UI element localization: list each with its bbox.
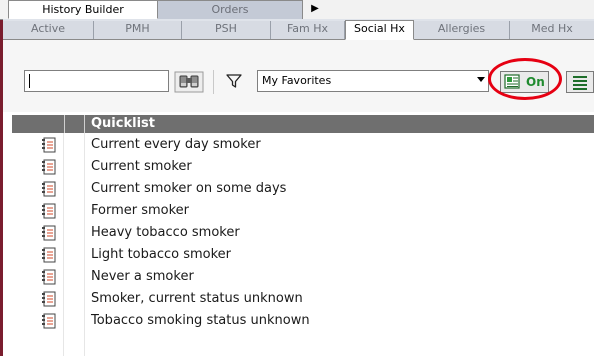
subtab-psh[interactable]: PSH [182, 21, 271, 39]
more-tabs-arrow-icon[interactable]: ▶ [303, 0, 327, 19]
list-item-label: Never a smoker [91, 269, 194, 284]
list-item-label: Current smoker [91, 159, 192, 174]
document-icon [42, 203, 56, 219]
tab-history-builder[interactable]: History Builder [8, 0, 158, 19]
document-icon [42, 291, 56, 307]
quicklist-header: Quicklist [91, 116, 155, 131]
subtab-med-hx[interactable]: Med Hx [510, 21, 594, 39]
list-item[interactable]: Current smoker [12, 157, 594, 179]
document-icon [42, 269, 56, 285]
list-item[interactable]: Heavy tobacco smoker [12, 223, 594, 245]
list-item-label: Light tobacco smoker [91, 247, 232, 262]
sub-tab-bar: Active PMH PSH Fam Hx Social Hx Allergie… [3, 19, 594, 40]
list-item-label: Smoker, current status unknown [91, 291, 303, 306]
tab-orders[interactable]: Orders [158, 0, 303, 19]
list-item[interactable]: Current smoker on some days [12, 179, 594, 201]
filter-icon[interactable] [226, 73, 242, 89]
subtab-social-hx[interactable]: Social Hx [345, 20, 414, 40]
list-item[interactable]: Tobacco smoking status unknown [12, 311, 594, 333]
text-caret [29, 74, 30, 88]
subtab-allergies[interactable]: Allergies [414, 21, 510, 39]
document-icon [42, 313, 56, 329]
favorites-select[interactable]: My Favorites [257, 70, 489, 92]
top-tab-bar: History Builder Orders ▶ [0, 0, 594, 20]
quicklist-grid: Quicklist Current every day smoker Curre… [12, 115, 594, 356]
list-item-label: Tobacco smoking status unknown [91, 313, 310, 328]
subtab-active[interactable]: Active [3, 21, 94, 39]
list-item-label: Current every day smoker [91, 137, 261, 152]
document-icon [42, 247, 56, 263]
highlight-ring [488, 58, 562, 100]
quicklist-rows: Current every day smoker Current smoker … [12, 135, 594, 333]
chevron-down-icon [477, 77, 485, 82]
header-icon-column [12, 115, 65, 133]
header-select-column [64, 115, 85, 133]
list-item[interactable]: Former smoker [12, 201, 594, 223]
toolbar-divider [213, 70, 214, 94]
binoculars-icon[interactable] [174, 71, 204, 93]
list-item-label: Former smoker [91, 203, 190, 218]
list-item-label: Heavy tobacco smoker [91, 225, 240, 240]
document-icon [42, 159, 56, 175]
subtab-pmh[interactable]: PMH [94, 21, 182, 39]
document-icon [42, 181, 56, 197]
list-icon [573, 76, 587, 90]
favorites-select-value: My Favorites [262, 74, 332, 87]
list-item[interactable]: Never a smoker [12, 267, 594, 289]
list-view-button[interactable] [566, 71, 594, 93]
list-item[interactable]: Light tobacco smoker [12, 245, 594, 267]
list-item[interactable]: Smoker, current status unknown [12, 289, 594, 311]
document-icon [42, 225, 56, 241]
list-item[interactable]: Current every day smoker [12, 135, 594, 157]
search-input[interactable] [24, 70, 169, 92]
subtab-fam-hx[interactable]: Fam Hx [271, 21, 345, 39]
list-item-label: Current smoker on some days [91, 181, 287, 196]
document-icon [42, 137, 56, 153]
grid-header: Quicklist [12, 115, 594, 133]
